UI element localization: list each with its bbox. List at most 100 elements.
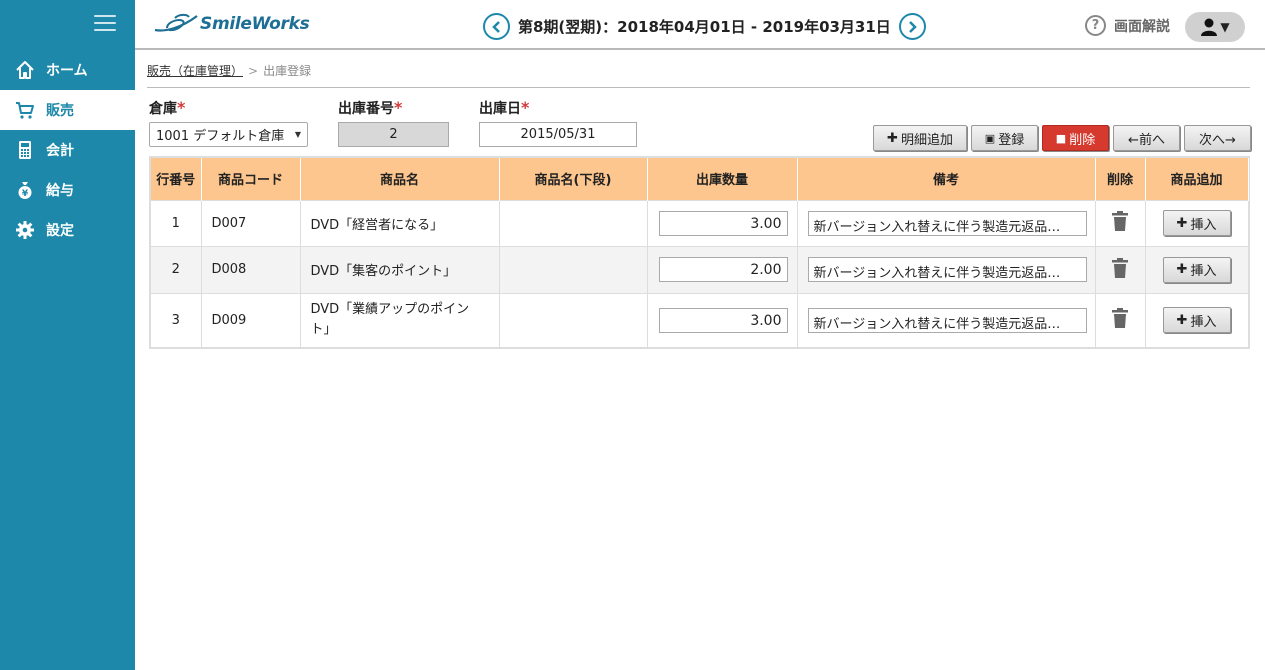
column-header: 出庫数量: [647, 158, 798, 200]
insert-label: 挿入: [1190, 217, 1217, 233]
quantity-input[interactable]: 2.00: [658, 257, 788, 282]
help-label: 画面解説: [1114, 18, 1170, 35]
delete-row-button[interactable]: [1095, 292, 1146, 347]
required-mark: *: [394, 98, 403, 117]
sidebar-item-label: 給与: [46, 183, 74, 199]
svg-text:¥: ¥: [22, 189, 29, 199]
product-name-lower: [499, 199, 648, 246]
sidebar-item-accounting[interactable]: 会計: [0, 130, 135, 170]
delete-row-button[interactable]: [1095, 245, 1146, 293]
breadcrumb: 販売（在庫管理） > 出庫登録: [147, 62, 311, 79]
period-selector: 第8期(翌期)：2018年04月01日 - 2019年03月31日: [483, 13, 926, 40]
next-button[interactable]: 次へ→: [1184, 125, 1251, 151]
note-input[interactable]: 新バージョン入れ替えに伴う製造元返品…: [807, 210, 1087, 236]
home-icon: [15, 60, 35, 80]
column-header: 商品名: [300, 158, 500, 200]
warehouse-select-value: 1001 デフォルト倉庫: [156, 129, 285, 144]
breadcrumb-current: 出庫登録: [263, 64, 312, 78]
product-code: D009: [201, 292, 301, 347]
warehouse-label-text: 倉庫: [149, 101, 177, 117]
sidebar-item-payroll[interactable]: ¥ 給与: [0, 170, 135, 210]
product-name: DVD「経営者になる」: [300, 199, 500, 246]
breadcrumb-divider: [147, 87, 1250, 88]
required-mark: *: [521, 98, 530, 117]
register-button[interactable]: ▣ 登録: [971, 125, 1038, 151]
header: SmileWorks 第8期(翌期)：2018年04月01日 - 2019年03…: [135, 0, 1265, 50]
plus-icon: ✚: [887, 130, 898, 146]
quantity-input[interactable]: 3.00: [658, 210, 788, 236]
hamburger-menu-icon[interactable]: [94, 15, 116, 33]
sidebar-nav: ホーム 販売 会計 ¥ 給与 設定: [0, 50, 135, 250]
next-period-button[interactable]: [898, 13, 926, 40]
trash-icon: [1112, 257, 1128, 278]
chevron-right-icon: [909, 20, 918, 33]
add-detail-label: 明細追加: [900, 132, 953, 148]
trash-icon: [1112, 308, 1128, 329]
question-icon: ?: [1085, 15, 1106, 36]
period-label: 第8期(翌期)：2018年04月01日 - 2019年03月31日: [518, 18, 891, 36]
note-input[interactable]: 新バージョン入れ替えに伴う製造元返品…: [807, 307, 1087, 333]
sidebar-item-label: 販売: [46, 103, 74, 119]
trash-icon: [1112, 211, 1128, 231]
plus-icon: ✚: [1176, 215, 1188, 231]
trash-icon: ■: [1055, 131, 1067, 145]
register-label: 登録: [998, 132, 1025, 148]
logo[interactable]: SmileWorks: [153, 12, 310, 36]
sidebar-item-label: ホーム: [46, 63, 88, 79]
money-bag-icon: ¥: [15, 180, 35, 200]
quantity-input[interactable]: 3.00: [658, 307, 788, 333]
prev-button[interactable]: ←前へ: [1113, 125, 1180, 151]
gear-icon: [15, 220, 35, 240]
product-code: D008: [201, 245, 301, 293]
table-row: 2 D008 DVD「集客のポイント」 2.00 新バージョン入れ替えに伴う製造…: [151, 245, 1249, 293]
product-name: DVD「業績アップのポイント」: [300, 292, 500, 347]
shipment-number-label: 出庫番号*: [338, 98, 402, 118]
warehouse-select[interactable]: 1001 デフォルト倉庫 ▼: [149, 122, 308, 147]
product-name: DVD「集客のポイント」: [300, 245, 500, 293]
table-row: 1 D007 DVD「経営者になる」 3.00 新バージョン入れ替えに伴う製造元…: [151, 199, 1249, 246]
column-header: 商品追加: [1145, 158, 1249, 200]
note-input[interactable]: 新バージョン入れ替えに伴う製造元返品…: [807, 257, 1087, 282]
table-header-row: 行番号 商品コード 商品名 商品名(下段) 出庫数量 備考 削除 商品追加: [151, 158, 1249, 200]
insert-row-button[interactable]: ✚ 挿入: [1162, 307, 1231, 334]
delete-button[interactable]: ■ 削除: [1042, 125, 1109, 151]
save-icon: ▣: [984, 131, 996, 145]
caret-down-icon: ▼: [294, 130, 301, 139]
chevron-left-icon: [491, 20, 500, 33]
sidebar-item-label: 会計: [46, 143, 74, 159]
user-menu-button[interactable]: ▼: [1185, 12, 1245, 42]
product-name-lower: [499, 245, 648, 293]
row-number: 3: [151, 292, 202, 347]
sidebar-item-sales[interactable]: 販売: [0, 90, 135, 130]
breadcrumb-parent-link[interactable]: 販売（在庫管理）: [147, 64, 243, 78]
shipment-date-field[interactable]: 2015/05/31: [479, 122, 637, 147]
warehouse-label: 倉庫*: [149, 98, 185, 118]
toolbar: ✚ 明細追加 ▣ 登録 ■ 削除 ←前へ 次へ→: [873, 125, 1251, 151]
delete-label: 削除: [1069, 132, 1096, 148]
sidebar-item-settings[interactable]: 設定: [0, 210, 135, 250]
product-code: D007: [201, 199, 301, 246]
column-header: 削除: [1095, 158, 1146, 200]
detail-table: 行番号 商品コード 商品名 商品名(下段) 出庫数量 備考 削除 商品追加 1 …: [149, 156, 1250, 349]
cart-icon: [15, 100, 35, 120]
insert-row-button[interactable]: ✚ 挿入: [1162, 256, 1231, 283]
shipment-number-field: 2: [338, 122, 449, 147]
sidebar-item-label: 設定: [46, 223, 74, 239]
shipment-date-label: 出庫日*: [479, 98, 529, 118]
logo-text: SmileWorks: [200, 14, 310, 34]
insert-row-button[interactable]: ✚ 挿入: [1162, 210, 1231, 236]
table-row: 3 D009 DVD「業績アップのポイント」 3.00 新バージョン入れ替えに伴…: [151, 292, 1249, 347]
logo-mark-icon: [154, 13, 198, 32]
prev-period-button[interactable]: [483, 13, 510, 40]
sidebar-item-home[interactable]: ホーム: [0, 50, 135, 90]
insert-label: 挿入: [1190, 264, 1217, 279]
row-number: 2: [151, 245, 202, 293]
add-detail-button[interactable]: ✚ 明細追加: [873, 125, 967, 151]
shipment-date-label-text: 出庫日: [479, 101, 521, 117]
shipment-number-label-text: 出庫番号: [338, 101, 394, 117]
delete-row-button[interactable]: [1095, 199, 1146, 246]
column-header: 備考: [797, 158, 1096, 200]
insert-label: 挿入: [1190, 314, 1217, 330]
help-button[interactable]: ? 画面解説: [1085, 15, 1170, 36]
breadcrumb-separator: >: [248, 64, 259, 78]
